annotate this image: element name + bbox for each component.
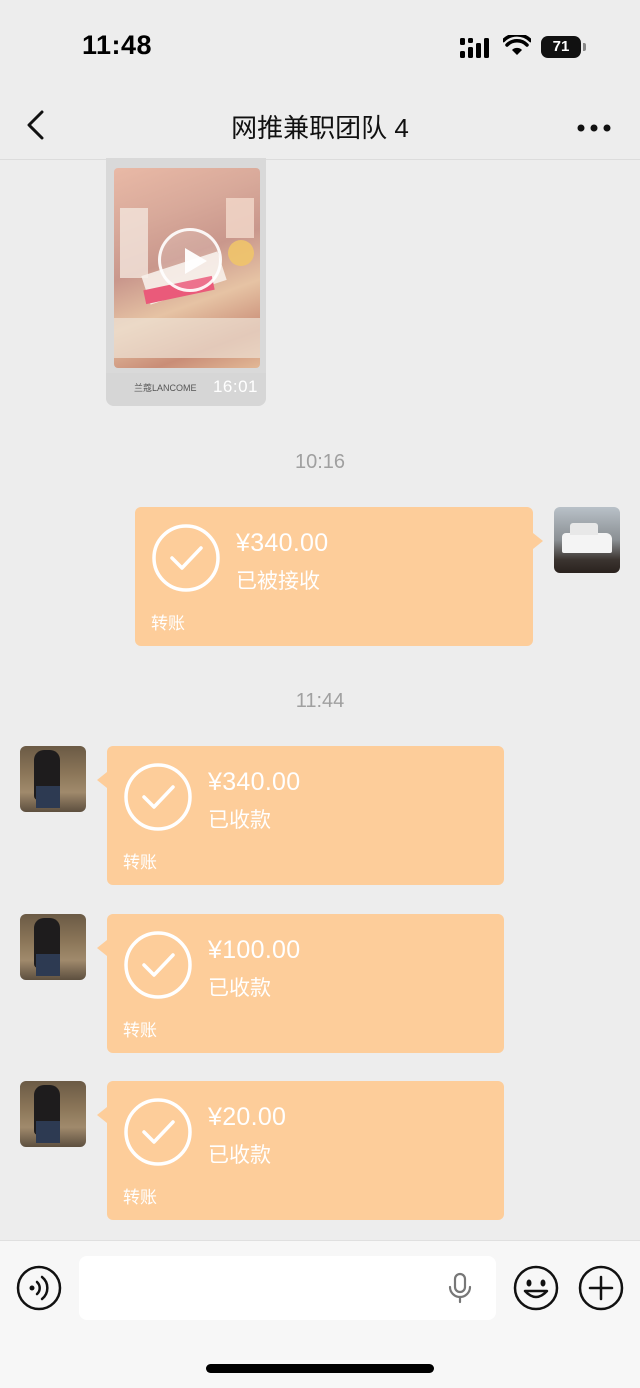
video-message[interactable]: 兰蔻LANCOME 16:01 xyxy=(106,158,266,406)
wifi-icon xyxy=(501,33,533,62)
transfer-label: 转账 xyxy=(151,614,185,633)
avatar-contact[interactable] xyxy=(20,1081,86,1147)
transfer-status: 已被接收 xyxy=(236,570,320,593)
cellular-signal-icon xyxy=(460,38,492,63)
check-circle-icon xyxy=(151,523,221,598)
plus-icon[interactable] xyxy=(578,1265,624,1316)
play-icon[interactable] xyxy=(158,228,222,292)
video-duration: 16:01 xyxy=(212,377,258,396)
video-footer: 兰蔻LANCOME 16:01 xyxy=(106,373,266,406)
avatar-self[interactable] xyxy=(554,507,620,573)
transfer-status: 已收款 xyxy=(208,977,271,1000)
check-circle-icon xyxy=(123,1097,193,1172)
avatar-contact[interactable] xyxy=(20,914,86,980)
battery-indicator: 71 xyxy=(541,36,581,58)
transfer-amount: ¥100.00 xyxy=(208,936,301,964)
transfer-message-sent[interactable]: ¥340.00 已被接收 转账 xyxy=(135,507,543,646)
check-circle-icon xyxy=(123,762,193,837)
transfer-label: 转账 xyxy=(123,1021,157,1040)
video-brand-caption: 兰蔻LANCOME xyxy=(134,383,197,393)
transfer-amount: ¥20.00 xyxy=(208,1103,287,1131)
transfer-message-received[interactable]: ¥20.00 已收款 转账 xyxy=(97,1081,504,1220)
transfer-amount: ¥340.00 xyxy=(208,768,301,796)
status-time: 11:48 xyxy=(82,30,153,60)
check-circle-icon xyxy=(123,930,193,1005)
message-timestamp: 11:44 xyxy=(295,690,345,712)
chat-input-bar xyxy=(0,1240,640,1388)
transfer-label: 转账 xyxy=(123,1188,157,1207)
voice-icon[interactable] xyxy=(16,1265,62,1316)
chat-header: 网推兼职团队 4 xyxy=(0,90,640,160)
video-thumbnail xyxy=(114,168,260,368)
transfer-message-received[interactable]: ¥100.00 已收款 转账 xyxy=(97,914,504,1053)
microphone-icon[interactable] xyxy=(447,1272,473,1309)
home-indicator xyxy=(206,1364,434,1373)
message-input[interactable] xyxy=(79,1256,496,1320)
transfer-status: 已收款 xyxy=(208,1144,271,1167)
transfer-status: 已收款 xyxy=(208,809,271,832)
message-timestamp: 10:16 xyxy=(294,451,346,473)
avatar-contact[interactable] xyxy=(20,746,86,812)
status-bar: 11:48 71 xyxy=(0,0,640,90)
battery-cap xyxy=(583,43,586,51)
transfer-amount: ¥340.00 xyxy=(236,529,329,557)
transfer-message-received[interactable]: ¥340.00 已收款 转账 xyxy=(97,746,504,885)
more-dots-icon[interactable] xyxy=(576,120,612,138)
emoji-icon[interactable] xyxy=(513,1265,559,1316)
chat-title: 网推兼职团队 4 xyxy=(231,113,409,143)
transfer-label: 转账 xyxy=(123,853,157,872)
